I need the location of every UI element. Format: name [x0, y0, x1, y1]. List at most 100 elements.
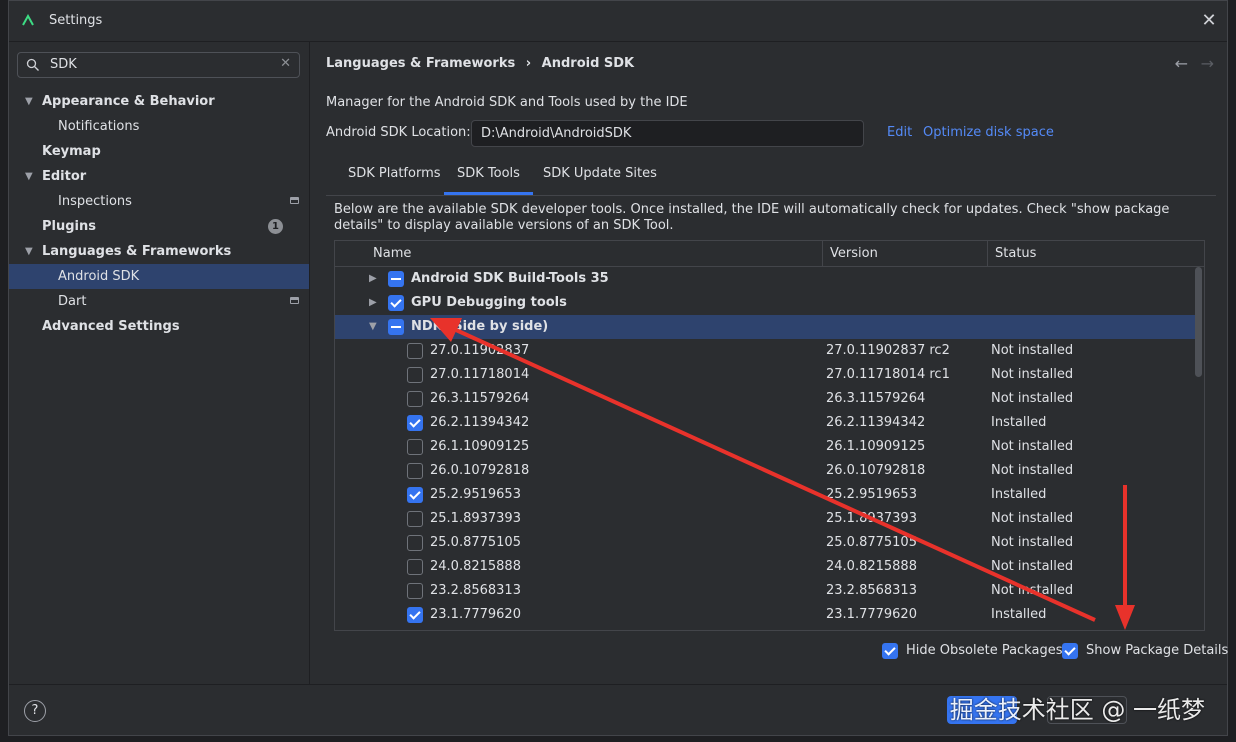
- breadcrumb-separator: ›: [525, 56, 532, 71]
- sidebar-item-appearance-behavior[interactable]: ▼ Appearance & Behavior: [9, 89, 309, 114]
- sidebar-item-editor[interactable]: ▼ Editor: [9, 164, 309, 189]
- project-scope-icon: [290, 297, 299, 304]
- version-value: 25.2.9519653: [826, 487, 917, 502]
- breadcrumb-item: Android SDK: [541, 56, 635, 71]
- install-status: Installed: [991, 607, 1047, 622]
- chevron-down-icon[interactable]: ▼: [369, 315, 377, 339]
- version-checkbox[interactable]: [407, 583, 423, 599]
- package-name: GPU Debugging tools: [411, 295, 567, 310]
- sidebar-item-notifications[interactable]: Notifications: [9, 114, 309, 139]
- table-row[interactable]: 25.1.8937393 25.1.8937393 Not installed: [335, 507, 1195, 531]
- version-name: 23.1.7779620: [430, 607, 521, 622]
- version-checkbox[interactable]: [407, 391, 423, 407]
- version-checkbox[interactable]: [407, 343, 423, 359]
- sidebar-item-label: Android SDK: [58, 269, 140, 284]
- column-divider: [987, 241, 988, 266]
- sidebar-item-advanced-settings[interactable]: Advanced Settings: [9, 314, 309, 339]
- table-row[interactable]: 26.3.11579264 26.3.11579264 Not installed: [335, 387, 1195, 411]
- tab-sdk-update-sites[interactable]: SDK Update Sites: [530, 157, 670, 195]
- table-row[interactable]: 23.1.7779620 23.1.7779620 Installed: [335, 603, 1195, 627]
- table-row[interactable]: 27.0.11718014 27.0.11718014 rc1 Not instal…: [335, 363, 1195, 387]
- version-value: 26.1.10909125: [826, 439, 926, 454]
- table-row[interactable]: 24.0.8215888 24.0.8215888 Not installed: [335, 555, 1195, 579]
- table-scrollbar[interactable]: [1195, 267, 1202, 377]
- version-checkbox[interactable]: [407, 607, 423, 623]
- chevron-right-icon[interactable]: ▶: [369, 291, 377, 315]
- table-row[interactable]: 26.2.11394342 26.2.11394342 Installed: [335, 411, 1195, 435]
- table-row[interactable]: 25.0.8775105 25.0.8775105 Not installed: [335, 531, 1195, 555]
- sidebar-item-android-sdk[interactable]: Android SDK: [9, 264, 309, 289]
- show-details-checkbox[interactable]: [1062, 643, 1078, 659]
- chevron-down-icon[interactable]: ▼: [25, 89, 37, 114]
- sidebar-item-dart[interactable]: Dart: [9, 289, 309, 314]
- install-status: Not installed: [991, 391, 1074, 406]
- sdk-tools-table: Name Version Status ▶ Android SDK Build-…: [334, 240, 1205, 631]
- group-checkbox[interactable]: [388, 295, 404, 311]
- settings-sidebar: SDK ✕ ▼ Appearance & Behavior Notificati…: [9, 42, 309, 684]
- install-status: Not installed: [991, 463, 1074, 478]
- sidebar-item-plugins[interactable]: Plugins 1: [9, 214, 309, 239]
- tab-sdk-tools[interactable]: SDK Tools: [444, 157, 533, 195]
- table-row[interactable]: ▶ Android SDK Build-Tools 35: [335, 267, 1195, 291]
- version-name: 27.0.11902837: [430, 343, 530, 358]
- chevron-right-icon[interactable]: ▶: [369, 267, 377, 291]
- column-header-version[interactable]: Version: [830, 241, 878, 266]
- sidebar-item-languages-frameworks[interactable]: ▼ Languages & Frameworks: [9, 239, 309, 264]
- project-scope-icon: [290, 197, 299, 204]
- column-header-status[interactable]: Status: [995, 241, 1036, 266]
- install-status: Not installed: [991, 559, 1074, 574]
- table-row[interactable]: 26.1.10909125 26.1.10909125 Not installed: [335, 435, 1195, 459]
- sidebar-item-label: Keymap: [42, 144, 101, 159]
- table-row[interactable]: 25.2.9519653 25.2.9519653 Installed: [335, 483, 1195, 507]
- sidebar-item-keymap[interactable]: Keymap: [9, 139, 309, 164]
- version-name: 26.3.11579264: [430, 391, 530, 406]
- sidebar-item-label: Notifications: [58, 119, 140, 134]
- group-checkbox[interactable]: [388, 319, 404, 335]
- install-status: Installed: [991, 415, 1047, 430]
- table-row[interactable]: ▼ NDK (Side by side): [335, 315, 1195, 339]
- chevron-down-icon[interactable]: ▼: [25, 164, 37, 189]
- window-title: Settings: [49, 13, 103, 28]
- sdk-tools-note: Below are the available SDK developer to…: [334, 202, 1170, 233]
- version-name: 25.0.8775105: [430, 535, 521, 550]
- back-arrow-icon[interactable]: ←: [1175, 54, 1188, 73]
- version-name: 23.2.8568313: [430, 583, 521, 598]
- edit-link[interactable]: Edit: [887, 125, 912, 140]
- version-checkbox[interactable]: [407, 487, 423, 503]
- clear-search-icon[interactable]: ✕: [280, 56, 291, 71]
- install-status: Not installed: [991, 535, 1074, 550]
- group-checkbox[interactable]: [388, 271, 404, 287]
- version-checkbox[interactable]: [407, 559, 423, 575]
- chevron-down-icon[interactable]: ▼: [25, 239, 37, 264]
- version-value: 27.0.11902837 rc2: [826, 343, 950, 358]
- optimize-disk-space-link[interactable]: Optimize disk space: [923, 125, 1054, 140]
- hide-obsolete-checkbox[interactable]: [882, 643, 898, 659]
- title-bar: Settings ✕: [9, 1, 1227, 42]
- search-icon: [26, 58, 39, 71]
- version-checkbox[interactable]: [407, 511, 423, 527]
- version-name: 26.1.10909125: [430, 439, 530, 454]
- sidebar-item-label: Languages & Frameworks: [42, 244, 232, 259]
- version-checkbox[interactable]: [407, 367, 423, 383]
- column-header-name[interactable]: Name: [373, 241, 411, 266]
- version-checkbox[interactable]: [407, 463, 423, 479]
- table-row[interactable]: ▶ GPU Debugging tools: [335, 291, 1195, 315]
- table-row[interactable]: 23.2.8568313 23.2.8568313 Not installed: [335, 579, 1195, 603]
- search-input[interactable]: SDK ✕: [17, 52, 300, 78]
- version-name: 25.2.9519653: [430, 487, 521, 502]
- close-icon[interactable]: ✕: [1199, 11, 1219, 31]
- tab-sdk-platforms[interactable]: SDK Platforms: [335, 157, 454, 195]
- breadcrumb-item: Languages & Frameworks: [326, 56, 516, 71]
- android-studio-icon: [22, 14, 34, 26]
- version-checkbox[interactable]: [407, 415, 423, 431]
- sdk-tabs: SDK Platforms SDK Tools SDK Update Sites: [326, 157, 1216, 196]
- table-row[interactable]: 26.0.10792818 26.0.10792818 Not installed: [335, 459, 1195, 483]
- install-status: Not installed: [991, 343, 1074, 358]
- sdk-location-field[interactable]: D:\Android\AndroidSDK: [471, 120, 864, 147]
- sidebar-item-inspections[interactable]: Inspections: [9, 189, 309, 214]
- version-checkbox[interactable]: [407, 439, 423, 455]
- help-button[interactable]: ?: [24, 700, 46, 722]
- table-row[interactable]: 27.0.11902837 27.0.11902837 rc2 Not instal…: [335, 339, 1195, 363]
- version-checkbox[interactable]: [407, 535, 423, 551]
- forward-arrow-icon[interactable]: →: [1201, 54, 1214, 73]
